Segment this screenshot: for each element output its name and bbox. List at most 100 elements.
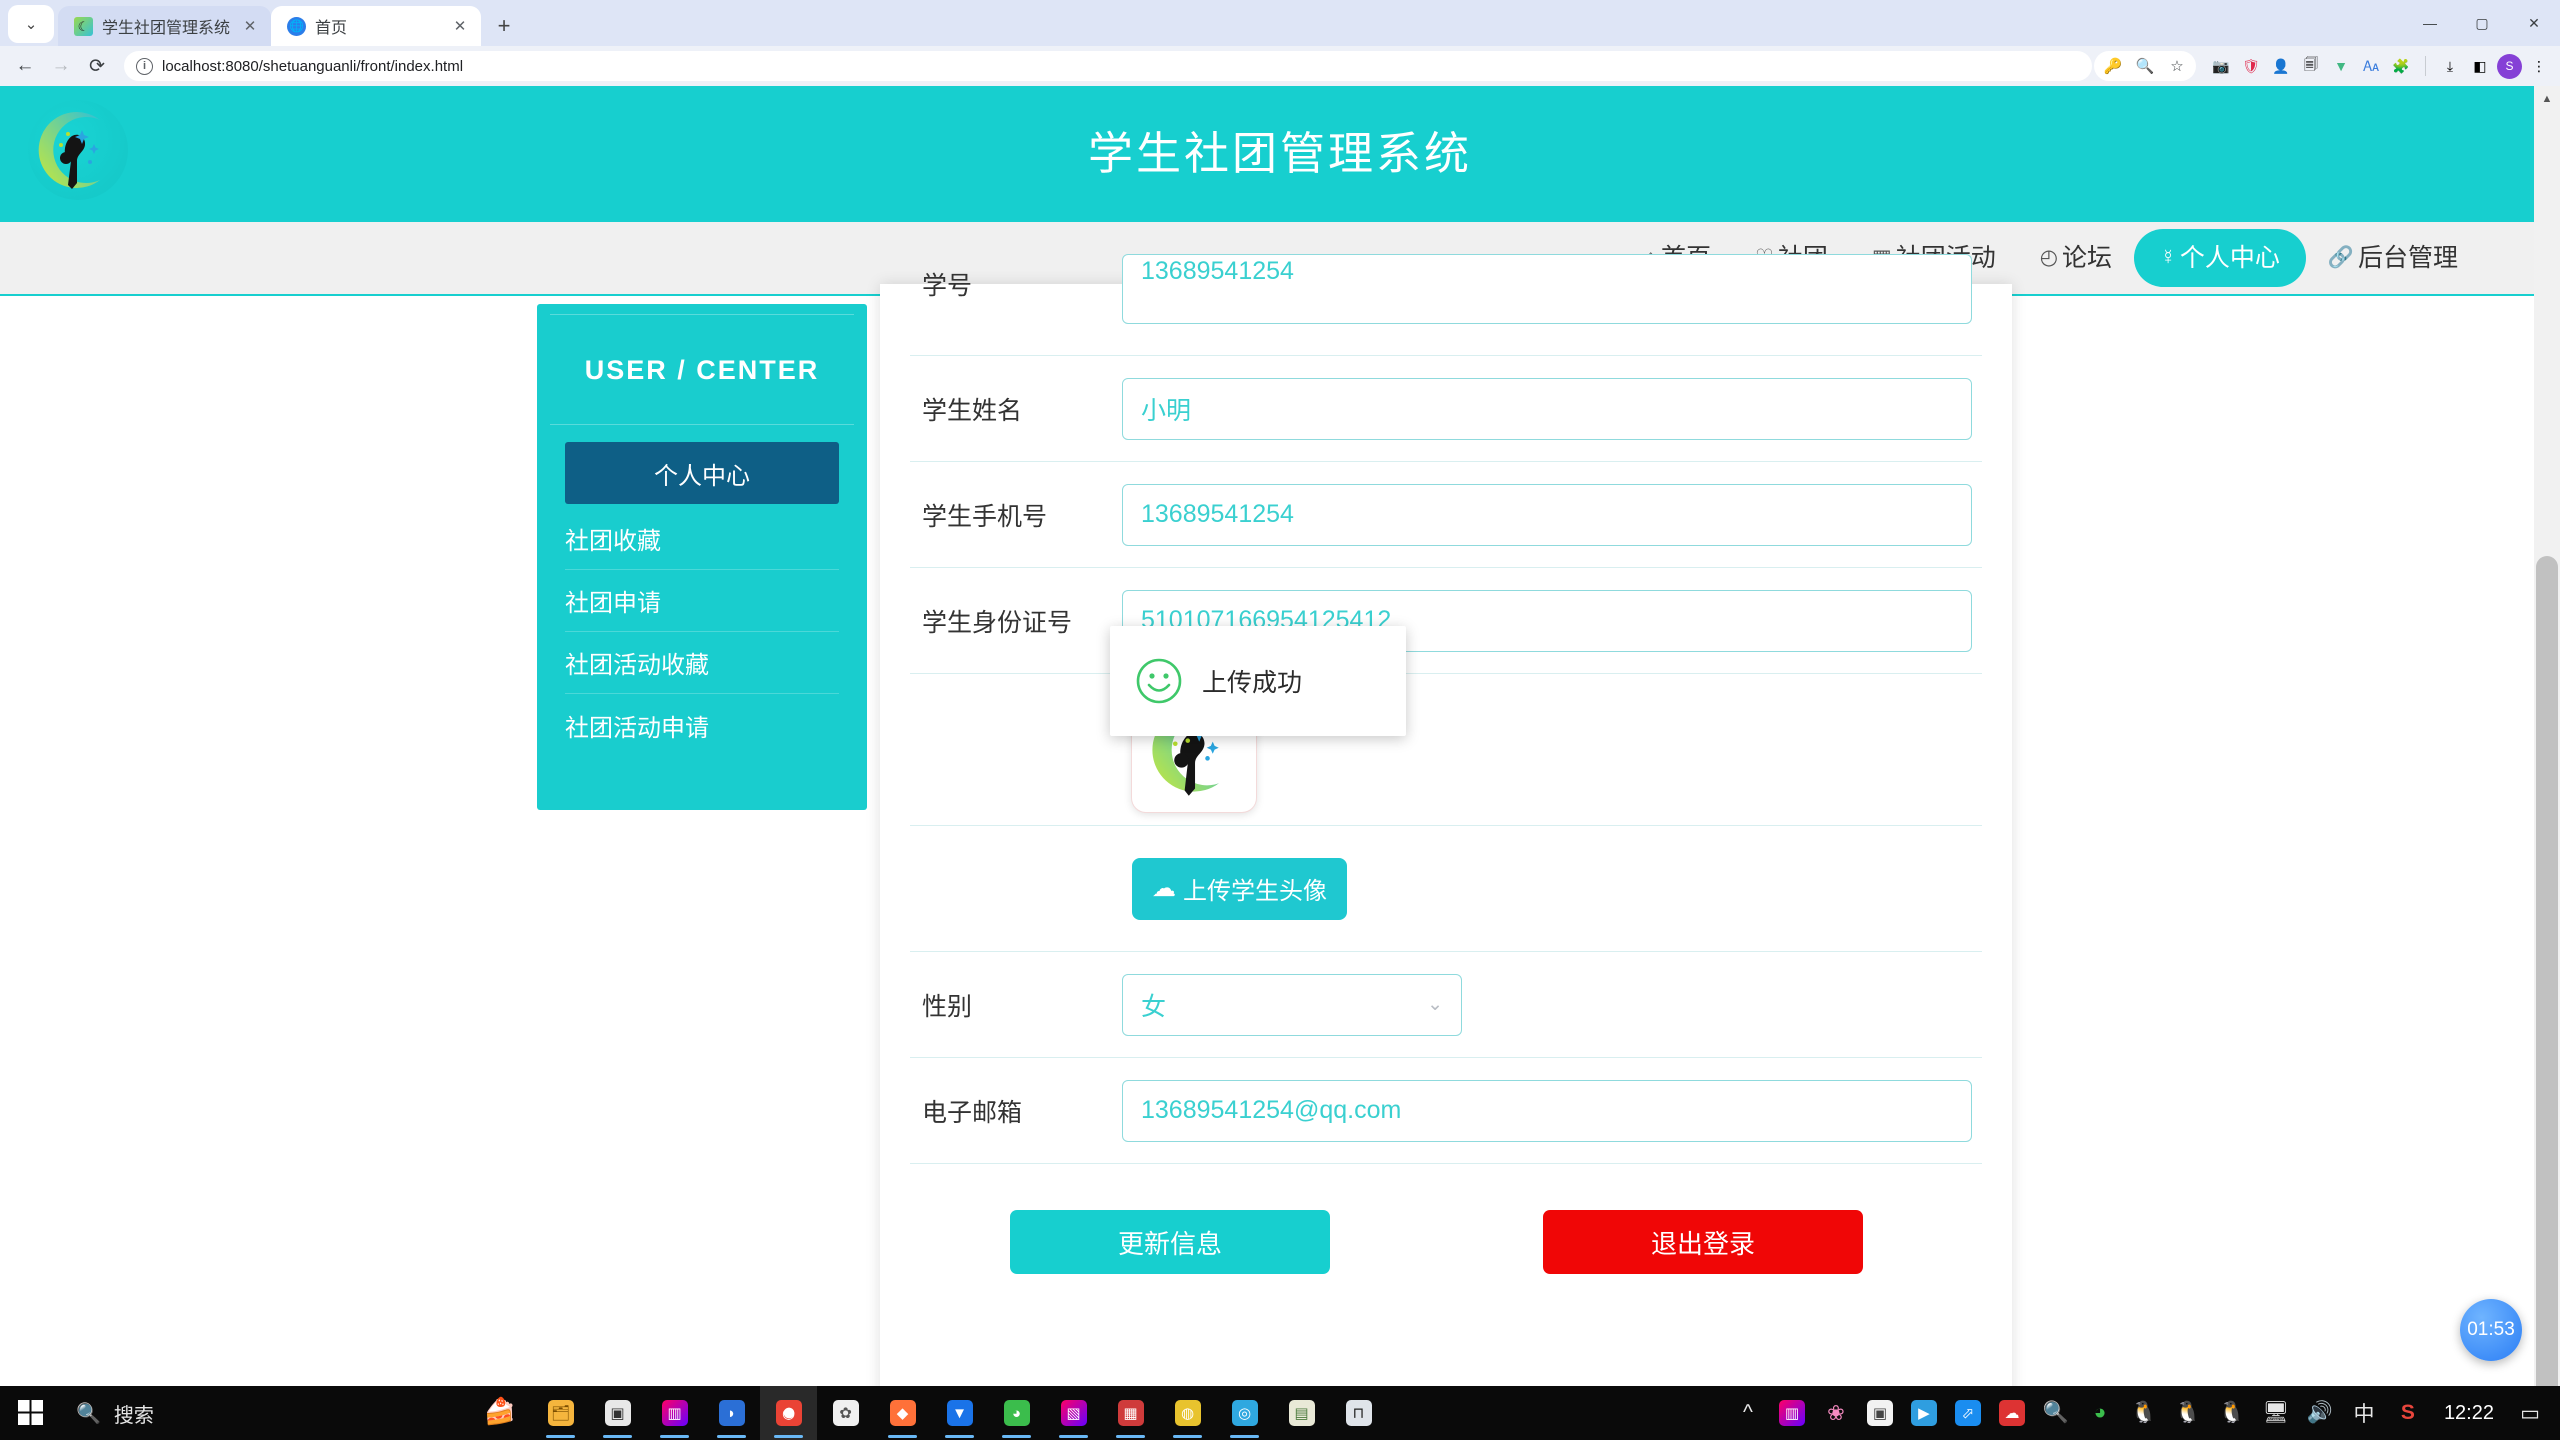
cloud-icon[interactable]: ☁ [1990, 1386, 2034, 1440]
new-tab-button[interactable]: + [487, 9, 521, 43]
search-tray-icon[interactable]: 🔍 [2034, 1386, 2078, 1440]
sidebar-item-activity-application[interactable]: 社团活动申请 [565, 694, 839, 756]
site-info-icon[interactable]: i [136, 58, 153, 75]
window-controls: — ▢ ✕ [2404, 0, 2560, 46]
field-value: 女 [1141, 987, 1166, 1023]
sidebar-item-club-favorites[interactable]: 社团收藏 [565, 508, 839, 570]
taskbar-clock[interactable]: 12:22 [2430, 1402, 2508, 1425]
sidebar-item-club-application[interactable]: 社团申请 [565, 570, 839, 632]
screenshot-icon[interactable]: ▣ [1858, 1386, 1902, 1440]
idea-icon[interactable]: ▥ [646, 1386, 703, 1440]
qq-icon-1[interactable]: 🐧 [2122, 1386, 2166, 1440]
notification-center-icon[interactable]: ▭ [2508, 1386, 2552, 1440]
student-phone-input[interactable]: 13689541254 [1122, 484, 1972, 546]
sakura-icon[interactable]: ❀ [1814, 1386, 1858, 1440]
shield-icon[interactable]: 🛡 [2238, 53, 2264, 79]
ime-chinese-icon[interactable]: 中 [2342, 1386, 2386, 1440]
globe-icon: 🌐 [287, 17, 306, 36]
windows-taskbar: 🔍 搜索 🍰 🗂 ▣ ▥ ◗ ◉ ✿ ◆ ▼ ◕ ▧ ▦ ◍ ◎ ▤ ⊓ ^ ▥… [0, 1386, 2560, 1440]
reload-icon[interactable]: ⟳ [80, 49, 114, 83]
tab-search-button[interactable]: ⌄ [8, 5, 54, 43]
button-label: 上传学生头像 [1183, 871, 1327, 906]
media-player-icon[interactable]: ▶ [1902, 1386, 1946, 1440]
camera-icon[interactable]: 📷 [2208, 53, 2234, 79]
omnibox-actions: 🔑 🔍 ☆ [2094, 51, 2196, 81]
qq-icon-3[interactable]: 🐧 [2210, 1386, 2254, 1440]
dingtalk-icon[interactable]: ⬀ [1946, 1386, 1990, 1440]
volume-icon[interactable]: 🔊 [2298, 1386, 2342, 1440]
wechat-icon[interactable]: ◕ [988, 1386, 1045, 1440]
scrollbar-thumb[interactable] [2536, 556, 2558, 1413]
puzzle-extensions-icon[interactable]: 🧩 [2388, 53, 2414, 79]
sidebar-item-activity-favorites[interactable]: 社团活动收藏 [565, 632, 839, 694]
bookmark-star-icon[interactable]: ☆ [2162, 51, 2192, 81]
side-panel-icon[interactable]: ◧ [2467, 53, 2493, 79]
zoom-search-icon[interactable]: 🔍 [2130, 51, 2160, 81]
logout-button[interactable]: 退出登录 [1543, 1210, 1863, 1274]
close-window-button[interactable]: ✕ [2508, 0, 2560, 46]
gender-select[interactable]: 女 ⌄ [1122, 974, 1462, 1036]
page-scrollbar[interactable]: ▲ ▼ [2534, 86, 2560, 1413]
sidebar-item-user-center[interactable]: 个人中心 [565, 442, 839, 504]
translate-icon[interactable]: 🗛 [2358, 53, 2384, 79]
grid-app-icon[interactable]: ▦ [1102, 1386, 1159, 1440]
chrome-menu-icon[interactable]: ⋮ [2526, 53, 2552, 79]
terminal-icon[interactable]: ▣ [589, 1386, 646, 1440]
sogou-icon[interactable]: S [2386, 1386, 2430, 1440]
idea-2-icon[interactable]: ▧ [1045, 1386, 1102, 1440]
qq-icon-2[interactable]: 🐧 [2166, 1386, 2210, 1440]
upload-avatar-button[interactable]: ☁ 上传学生头像 [1132, 858, 1347, 920]
back-icon[interactable]: ← [8, 49, 42, 83]
browser-tab-2[interactable]: 🌐 首页 ✕ [271, 6, 481, 46]
browser-tab-1[interactable]: ☾ 学生社团管理系统 ✕ [58, 6, 271, 46]
close-icon[interactable]: ✕ [449, 15, 471, 37]
field-label: 学生姓名 [922, 391, 1122, 427]
network-icon[interactable]: 🖥 [2254, 1386, 2298, 1440]
scroll-up-arrow[interactable]: ▲ [2534, 86, 2560, 112]
page-title: 学生社团管理系统 [0, 86, 2560, 222]
floating-timer-badge[interactable]: 01:53 [2460, 1299, 2522, 1361]
student-id-input[interactable]: 13689541254 [1122, 254, 1972, 324]
key-icon[interactable]: 🔑 [2098, 51, 2128, 81]
sidebar-item-label: 社团活动收藏 [565, 645, 709, 680]
field-value: 小明 [1141, 391, 1191, 427]
close-icon[interactable]: ✕ [239, 15, 261, 37]
wechat-tray-icon[interactable]: ◕ [2078, 1386, 2122, 1440]
page-body: USER / CENTER 个人中心 社团收藏 社团申请 社团活动收藏 社团活动… [0, 296, 2560, 1413]
navicat-icon[interactable]: ◗ [703, 1386, 760, 1440]
nav-label: 后台管理 [2358, 229, 2458, 287]
windows-start-icon[interactable] [0, 1400, 62, 1426]
upload-success-toast: 上传成功 [1110, 626, 1406, 736]
yellow-app-icon[interactable]: ◍ [1159, 1386, 1216, 1440]
update-info-button[interactable]: 更新信息 [1010, 1210, 1330, 1274]
nav-label: 个人中心 [2180, 229, 2280, 287]
chrome-icon[interactable]: ◉ [760, 1386, 817, 1440]
copy-icon[interactable]: 🗐 [2298, 53, 2324, 79]
file-explorer-icon[interactable]: 🗂 [532, 1386, 589, 1440]
sidebar-title: USER / CENTER [537, 315, 867, 386]
unity-icon[interactable]: ⊓ [1330, 1386, 1387, 1440]
student-name-input[interactable]: 小明 [1122, 378, 1972, 440]
address-bar[interactable]: i localhost:8080/shetuanguanli/front/ind… [124, 51, 2092, 81]
forward-icon[interactable]: → [44, 49, 78, 83]
contact-icon[interactable]: 👤 [2268, 53, 2294, 79]
avatar[interactable]: S [2497, 54, 2522, 79]
blue-ring-icon[interactable]: ◎ [1216, 1386, 1273, 1440]
vue-devtools-icon[interactable]: ▼ [2328, 53, 2354, 79]
search-input[interactable]: 🔍 搜索 🍰 [62, 1393, 532, 1433]
minimize-button[interactable]: — [2404, 0, 2456, 46]
idea-tray-icon[interactable]: ▥ [1770, 1386, 1814, 1440]
tray-expand-icon[interactable]: ^ [1726, 1386, 1770, 1440]
nav-item-admin[interactable]: 🔗 后台管理 [2306, 229, 2480, 287]
notepad-icon[interactable]: ▤ [1273, 1386, 1330, 1440]
maximize-button[interactable]: ▢ [2456, 0, 2508, 46]
nav-item-user-center[interactable]: ☿ 个人中心 [2134, 229, 2306, 287]
nav-item-forum[interactable]: ◴ 论坛 [2018, 229, 2134, 287]
app-white-icon[interactable]: ✿ [817, 1386, 874, 1440]
bluebird-icon[interactable]: ▼ [931, 1386, 988, 1440]
form-row-upload: ☁ 上传学生头像 [910, 826, 1982, 952]
email-field[interactable]: 13689541254@qq.com [1122, 1080, 1972, 1142]
firefox-icon[interactable]: ◆ [874, 1386, 931, 1440]
download-icon[interactable]: ⤓ [2437, 53, 2463, 79]
field-label: 电子邮箱 [922, 1093, 1122, 1129]
